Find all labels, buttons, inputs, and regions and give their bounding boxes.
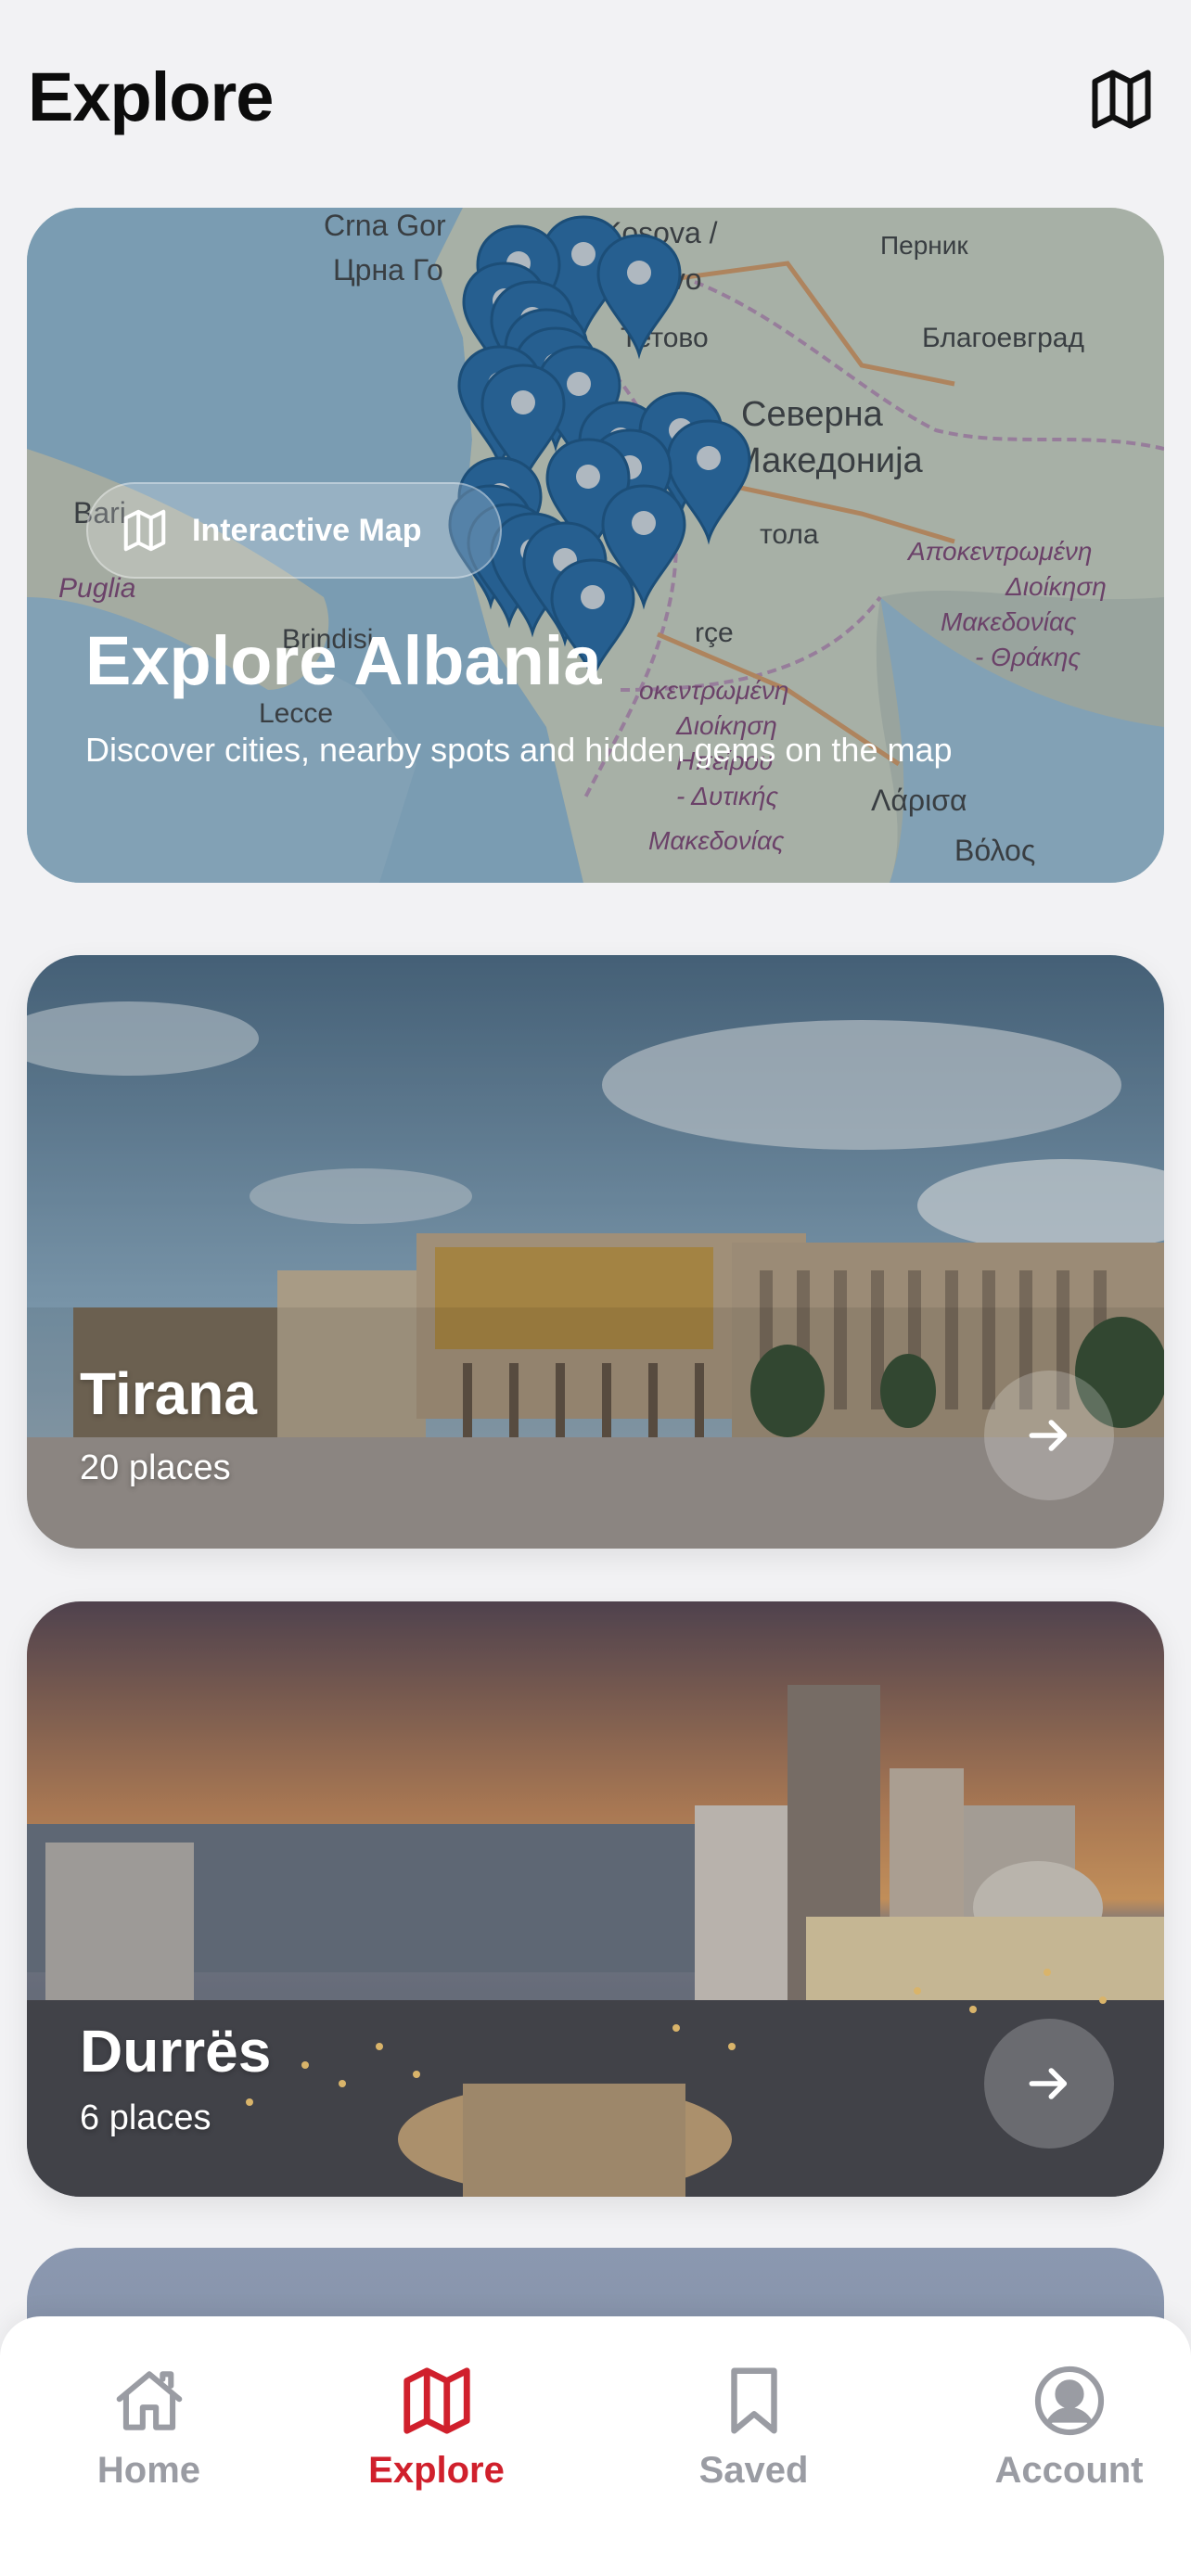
city-card-tirana[interactable]: Tirana 20 places	[27, 955, 1164, 1549]
tab-label: Explore	[368, 2450, 505, 2491]
open-city-button[interactable]	[984, 1371, 1114, 1500]
account-icon	[1034, 2366, 1104, 2436]
tab-bar: Home Explore Saved Account	[0, 2316, 1191, 2576]
interactive-map-chip[interactable]: Interactive Map	[86, 482, 502, 579]
city-name: Durrës	[80, 2018, 272, 2085]
arrow-right-icon	[1029, 2068, 1068, 2099]
interactive-map-card[interactable]: Crna Gor Црна Го Kosova / sovo Перник Те…	[27, 208, 1164, 883]
tab-home[interactable]: Home	[0, 2316, 298, 2502]
tab-saved[interactable]: Saved	[605, 2316, 903, 2502]
tab-account[interactable]: Account	[920, 2316, 1191, 2502]
city-card-durres[interactable]: Durrës 6 places	[27, 1601, 1164, 2197]
bookmark-icon	[730, 2367, 777, 2434]
city-place-count: 20 places	[80, 1448, 231, 1487]
home-icon	[116, 2371, 182, 2430]
map-card-title: Explore Albania	[85, 622, 602, 699]
tab-label: Account	[994, 2450, 1144, 2491]
open-city-button[interactable]	[984, 2019, 1114, 2149]
map-chip-label: Interactive Map	[192, 512, 422, 548]
header: Explore	[0, 0, 1191, 195]
map-icon	[403, 2367, 470, 2434]
map-icon	[123, 509, 166, 552]
arrow-right-icon	[1029, 1420, 1068, 1451]
tab-explore[interactable]: Explore	[288, 2316, 585, 2502]
map-card-description: Discover cities, nearby spots and hidden…	[85, 731, 953, 769]
city-place-count: 6 places	[80, 2098, 211, 2137]
map-view-button[interactable]	[1085, 63, 1158, 135]
map-icon	[1092, 70, 1151, 129]
page-title: Explore	[28, 58, 274, 135]
tab-label: Home	[96, 2450, 201, 2491]
tab-label: Saved	[698, 2450, 809, 2491]
city-name: Tirana	[80, 1360, 257, 1427]
